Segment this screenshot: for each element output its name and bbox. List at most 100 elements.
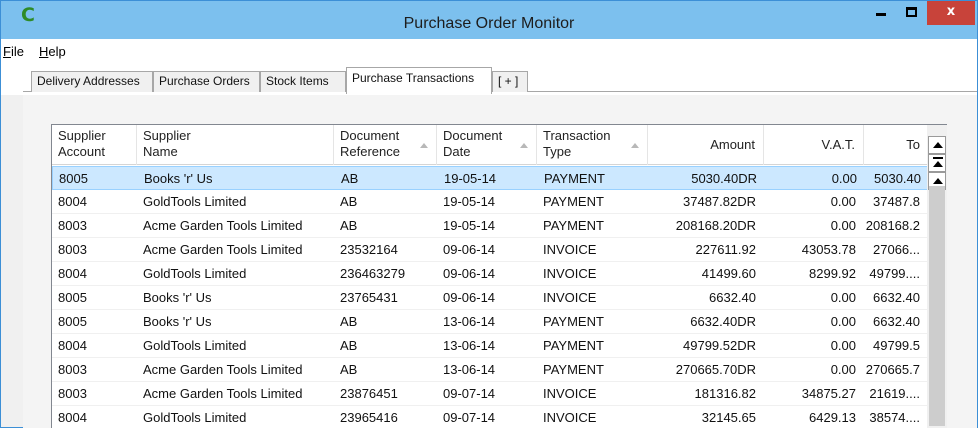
cell-transaction-type: INVOICE	[543, 410, 597, 425]
vertical-scrollbar[interactable]	[927, 124, 947, 428]
close-icon: x	[946, 4, 956, 19]
cell-transaction-type: PAYMENT	[543, 218, 604, 233]
cell-vat: 0.00	[830, 338, 856, 353]
tab-delivery-addresses[interactable]: Delivery Addresses	[31, 71, 153, 92]
column-header-amount[interactable]: Amount	[648, 125, 764, 165]
cell-amount: 49799.52DR	[683, 338, 756, 353]
table-row[interactable]: 8005 Books 'r' Us 23765431 09-06-14 INVOICE 6…	[52, 286, 927, 310]
tab-stock-items[interactable]: Stock Items	[260, 71, 346, 92]
cell-vat: 0.00	[830, 218, 856, 233]
cell-document-reference: AB	[340, 338, 358, 353]
table-row[interactable]: 8005 Books 'r' Us AB 19-05-14 PAYMENT 5030.40…	[52, 166, 927, 190]
arrow-up-icon	[933, 142, 943, 148]
cell-supplier-name: Books 'r' Us	[143, 290, 212, 305]
cell-supplier-name: GoldTools Limited	[143, 194, 247, 209]
column-header-supplier-name[interactable]: Supplier Name	[137, 125, 334, 165]
table-row[interactable]: 8004 GoldTools Limited 236463279 09-06-14 IN…	[52, 262, 927, 286]
table-row[interactable]: 8005 Books 'r' Us AB 13-06-14 PAYMENT 6632.40…	[52, 310, 927, 334]
scroll-up-button[interactable]	[928, 136, 946, 154]
table-row[interactable]: 8004 GoldTools Limited AB 19-05-14 PAYMENT 37…	[52, 190, 927, 214]
scroll-top-button[interactable]	[928, 154, 946, 172]
cell-document-reference: AB	[340, 218, 358, 233]
cell-vat: 8299.92	[809, 266, 856, 281]
cell-supplier-name: Acme Garden Tools Limited	[143, 362, 303, 377]
cell-vat: 34875.27	[801, 386, 856, 401]
arrow-up-icon	[933, 178, 943, 184]
cell-document-date: 19-05-14	[443, 218, 496, 233]
cell-amount: 37487.82DR	[683, 194, 756, 209]
cell-supplier-account: 8003	[58, 218, 87, 233]
column-header-total[interactable]: To	[864, 125, 927, 165]
table-row[interactable]: 8003 Acme Garden Tools Limited AB 19-05-14 P…	[52, 214, 927, 238]
cell-transaction-type: PAYMENT	[543, 362, 604, 377]
cell-document-reference: 236463279	[340, 266, 406, 281]
column-header-vat[interactable]: V.A.T.	[764, 125, 864, 165]
scrollbar-thumb[interactable]	[929, 186, 945, 426]
cell-transaction-type: PAYMENT	[544, 171, 605, 186]
column-header-transaction-type[interactable]: Transaction Type	[537, 125, 648, 165]
cell-total: 27066...	[873, 242, 920, 257]
cell-document-date: 09-06-14	[443, 242, 496, 257]
minimize-button[interactable]	[867, 1, 895, 25]
title-bar[interactable]: C Purchase Order Monitor x	[1, 1, 977, 39]
cell-vat: 0.00	[830, 194, 856, 209]
cell-transaction-type: INVOICE	[543, 386, 597, 401]
cell-supplier-account: 8005	[58, 314, 87, 329]
sort-ascending-icon	[520, 143, 528, 148]
table-row[interactable]: 8004 GoldTools Limited 23965416 09-07-14 INV…	[52, 406, 927, 428]
cell-document-reference: AB	[340, 194, 358, 209]
cell-transaction-type: INVOICE	[543, 290, 597, 305]
app-window: C Purchase Order Monitor x File Help Del…	[0, 0, 978, 428]
cell-supplier-name: GoldTools Limited	[143, 338, 247, 353]
column-header-document-date[interactable]: Document Date	[437, 125, 537, 165]
tab-purchase-orders[interactable]: Purchase Orders	[153, 71, 260, 92]
cell-supplier-account: 8004	[58, 338, 87, 353]
table-row[interactable]: 8004 GoldTools Limited AB 13-06-14 PAYMENT 49…	[52, 334, 927, 358]
cell-amount: 6632.40DR	[690, 314, 756, 329]
cell-amount: 181316.82	[694, 386, 756, 401]
cell-transaction-type: PAYMENT	[543, 194, 604, 209]
cell-document-date: 09-07-14	[443, 410, 496, 425]
cell-document-date: 09-07-14	[443, 386, 496, 401]
cell-document-date: 13-06-14	[443, 314, 496, 329]
tab-add[interactable]: [ + ]	[492, 71, 528, 92]
cell-document-reference: 23965416	[340, 410, 398, 425]
cell-document-reference: AB	[341, 171, 359, 186]
window-title: Purchase Order Monitor	[403, 15, 575, 32]
maximize-button[interactable]	[897, 1, 925, 25]
cell-amount: 208168.20DR	[675, 218, 756, 233]
cell-total: 6632.40	[873, 290, 920, 305]
cell-document-date: 13-06-14	[443, 362, 496, 377]
transactions-grid[interactable]: Supplier Account Supplier Name Document Ref…	[51, 124, 927, 428]
cell-supplier-account: 8003	[58, 386, 87, 401]
cell-supplier-account: 8004	[58, 410, 87, 425]
table-row[interactable]: 8003 Acme Garden Tools Limited AB 13-06-14 P…	[52, 358, 927, 382]
menu-help[interactable]: Help	[39, 44, 66, 59]
scroll-to-top-icon	[933, 157, 943, 159]
cell-supplier-account: 8005	[58, 290, 87, 305]
maximize-icon	[906, 7, 917, 17]
cell-total: 21619....	[869, 386, 920, 401]
cell-amount: 227611.92	[695, 242, 757, 257]
cell-document-date: 19-05-14	[443, 194, 496, 209]
table-row[interactable]: 8003 Acme Garden Tools Limited 23532164 09-…	[52, 238, 927, 262]
cell-document-date: 13-06-14	[443, 338, 496, 353]
close-button[interactable]: x	[927, 1, 975, 25]
column-header-supplier-account[interactable]: Supplier Account	[52, 125, 137, 165]
cell-vat: 6429.13	[809, 410, 856, 425]
arrow-up-icon	[933, 161, 943, 167]
cell-supplier-name: Acme Garden Tools Limited	[143, 218, 303, 233]
cell-total: 208168.2	[865, 218, 920, 233]
column-header-document-reference[interactable]: Document Reference	[334, 125, 437, 165]
tab-purchase-transactions[interactable]: Purchase Transactions	[346, 67, 492, 94]
cell-transaction-type: INVOICE	[543, 242, 597, 257]
cell-total: 6632.40	[873, 314, 920, 329]
cell-supplier-name: Books 'r' Us	[144, 171, 213, 186]
table-row[interactable]: 8003 Acme Garden Tools Limited 23876451 09-…	[52, 382, 927, 406]
cell-vat: 0.00	[830, 362, 856, 377]
menu-file[interactable]: File	[3, 44, 24, 59]
cell-transaction-type: PAYMENT	[543, 338, 604, 353]
cell-document-reference: 23876451	[340, 386, 398, 401]
cell-amount: 32145.65	[701, 410, 756, 425]
cell-vat: 0.00	[830, 314, 856, 329]
